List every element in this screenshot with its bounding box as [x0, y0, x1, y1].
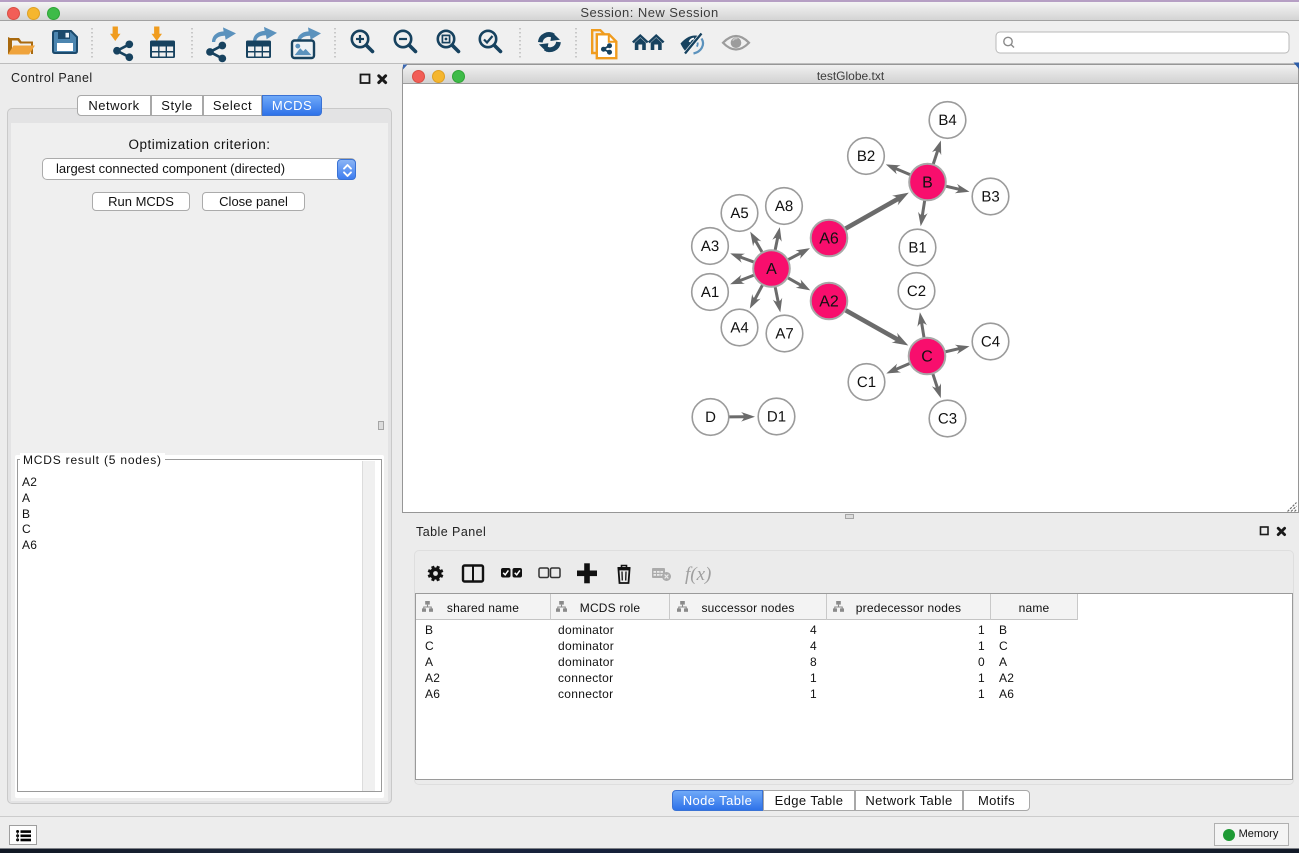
- svg-text:B2: B2: [857, 148, 875, 165]
- svg-text:A1: A1: [701, 284, 719, 301]
- svg-text:A2: A2: [819, 294, 839, 311]
- svg-text:B3: B3: [981, 189, 999, 206]
- svg-text:B1: B1: [908, 240, 926, 257]
- svg-text:A8: A8: [775, 198, 793, 215]
- svg-text:B4: B4: [938, 112, 956, 129]
- svg-text:C: C: [921, 349, 933, 366]
- svg-text:C1: C1: [857, 374, 876, 391]
- svg-text:C3: C3: [938, 411, 957, 428]
- svg-text:C4: C4: [981, 334, 1000, 351]
- svg-text:A5: A5: [730, 205, 748, 222]
- svg-text:D1: D1: [767, 409, 786, 426]
- svg-text:A7: A7: [775, 326, 793, 343]
- svg-text:f(x): f(x): [685, 564, 711, 585]
- svg-text:A4: A4: [730, 320, 748, 337]
- svg-text:C2: C2: [907, 283, 926, 300]
- svg-text:D: D: [705, 409, 716, 426]
- svg-text:A3: A3: [701, 238, 719, 255]
- svg-text:A: A: [766, 261, 777, 278]
- svg-text:B: B: [922, 175, 933, 192]
- svg-text:A6: A6: [819, 231, 839, 248]
